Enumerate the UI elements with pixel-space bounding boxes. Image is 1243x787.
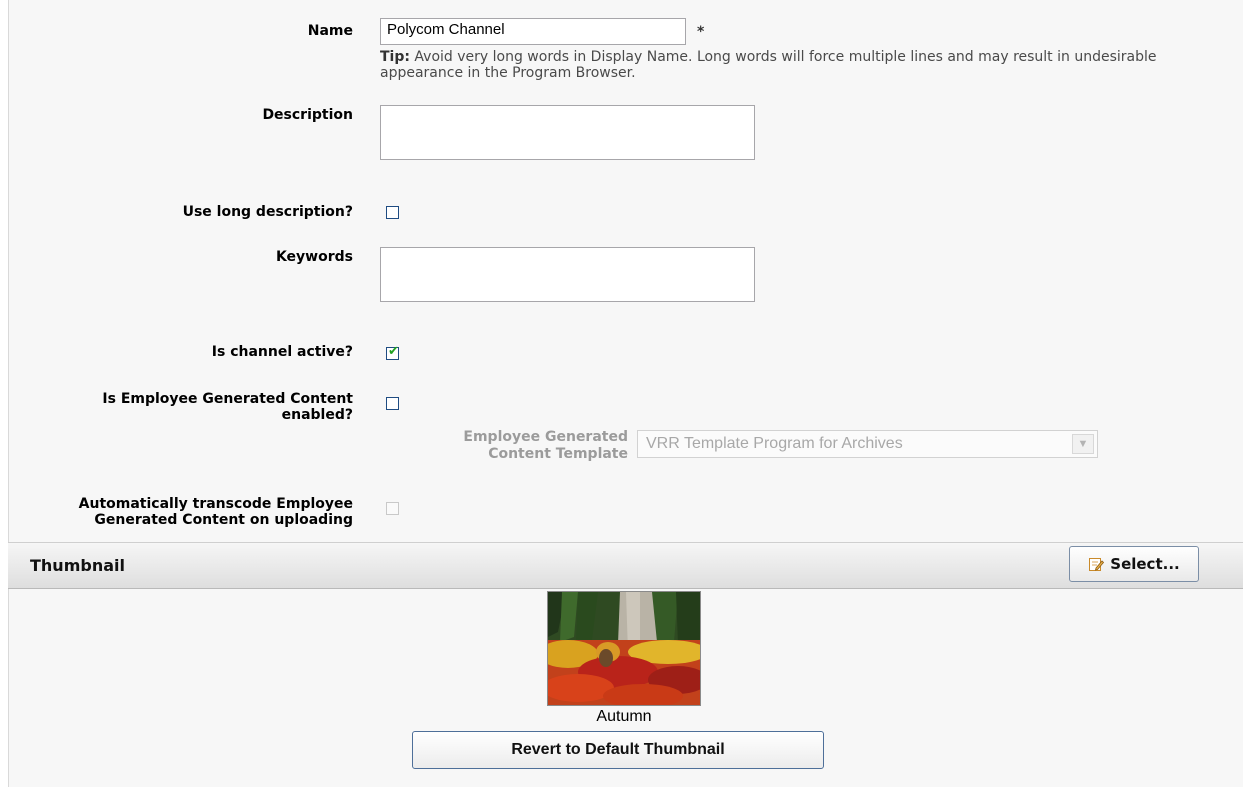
egc-template-value: VRR Template Program for Archives (646, 435, 903, 452)
name-tip: Tip: Avoid very long words in Display Na… (380, 49, 1240, 81)
thumbnail-image (547, 591, 701, 706)
egc-template-select[interactable]: VRR Template Program for Archives ▼ (637, 430, 1098, 458)
auto-transcode-checkbox[interactable] (386, 502, 399, 515)
required-marker: * (697, 24, 705, 40)
revert-thumbnail-button[interactable]: Revert to Default Thumbnail (412, 731, 824, 769)
name-input[interactable]: Polycom Channel (380, 18, 686, 45)
auto-transcode-label-line2: Generated Content on uploading (94, 512, 353, 528)
egc-enabled-checkbox[interactable] (386, 397, 399, 410)
chevron-down-icon[interactable]: ▼ (1072, 434, 1094, 454)
channel-active-checkbox[interactable]: ✔ (386, 344, 399, 360)
long-description-label: Use long description? (182, 204, 353, 220)
name-label: Name (307, 23, 353, 39)
egc-template-label-line2: Content Template (488, 446, 628, 462)
thumbnail-section-title: Thumbnail (30, 556, 125, 575)
channel-active-label: Is channel active? (211, 344, 353, 360)
checkmark-icon: ✔ (388, 344, 399, 359)
egc-enabled-label: Is Employee Generated Content enabled? (102, 391, 353, 423)
select-thumbnail-button[interactable]: Select... (1069, 546, 1199, 582)
tip-prefix: Tip: (380, 49, 410, 65)
select-button-label: Select... (1110, 555, 1180, 573)
keywords-label: Keywords (275, 249, 353, 265)
egc-enabled-label-line2: enabled? (281, 407, 353, 423)
long-description-checkbox[interactable] (386, 206, 399, 219)
description-textarea[interactable] (380, 105, 755, 160)
tip-text: Avoid very long words in Display Name. L… (380, 49, 1157, 81)
description-label: Description (262, 107, 353, 123)
edit-icon (1089, 558, 1105, 571)
auto-transcode-label: Automatically transcode Employee Generat… (79, 496, 353, 528)
keywords-textarea[interactable] (380, 247, 755, 302)
thumbnail-section-header: Thumbnail Select... (8, 542, 1243, 589)
egc-template-label: Employee Generated Content Template (463, 429, 628, 463)
auto-transcode-label-line1: Automatically transcode Employee (78, 496, 353, 512)
autumn-thumbnail-graphic (548, 592, 700, 705)
egc-template-label-line1: Employee Generated (463, 429, 628, 445)
egc-enabled-label-line1: Is Employee Generated Content (102, 391, 353, 407)
thumbnail-caption: Autumn (596, 708, 652, 725)
